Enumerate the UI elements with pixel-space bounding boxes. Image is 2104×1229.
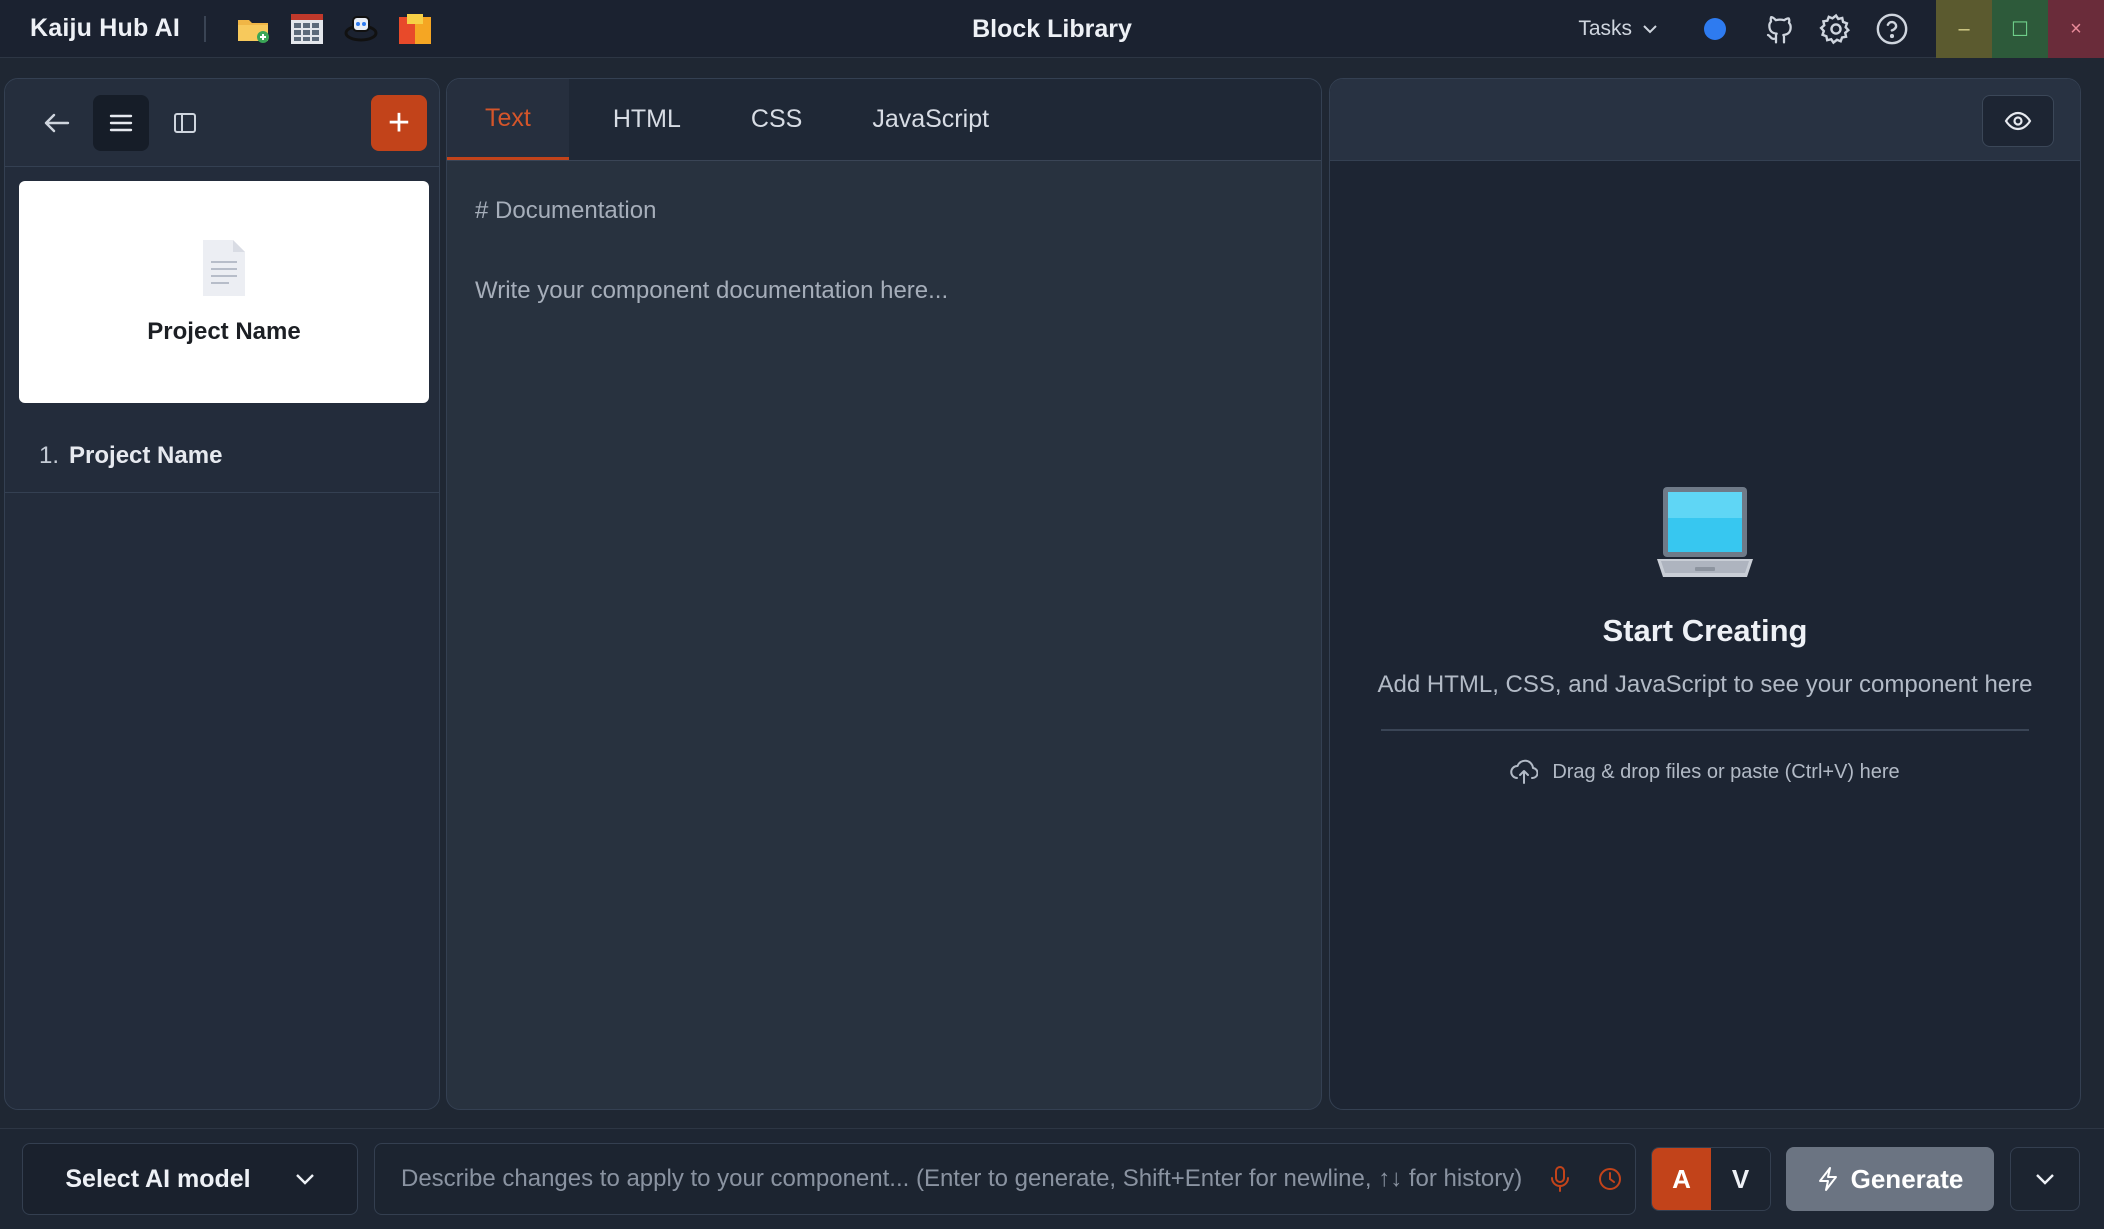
panel-view-button[interactable]: [157, 95, 213, 151]
project-card-title: Project Name: [147, 318, 301, 345]
add-block-button[interactable]: +: [371, 95, 427, 151]
generate-button[interactable]: Generate: [1786, 1147, 1994, 1211]
lightning-icon: [1818, 1167, 1837, 1191]
arrow-left-icon: [44, 113, 70, 132]
drop-hint-text: Drag & drop files or paste (Ctrl+V) here: [1552, 760, 1900, 783]
eye-icon: [2004, 111, 2032, 131]
tasks-dropdown[interactable]: Tasks: [1578, 17, 1658, 41]
preview-panel: Start Creating Add HTML, CSS, and JavaSc…: [1329, 78, 2081, 1110]
help-icon[interactable]: [1874, 11, 1910, 47]
prompt-bar: Select AI model A V Generate: [0, 1128, 2104, 1229]
editor-panel: Text HTML CSS JavaScript # Documentation…: [446, 78, 1322, 1110]
sidebar-layout-icon: [174, 112, 196, 133]
quick-launch: [236, 12, 432, 46]
title-bar-actions: Tasks – ☐ ×: [1578, 0, 2104, 58]
folder-add-icon[interactable]: [236, 12, 270, 46]
empty-state-title: Start Creating: [1602, 613, 1808, 648]
mode-v-button[interactable]: V: [1711, 1148, 1770, 1210]
ai-model-select[interactable]: Select AI model: [22, 1143, 358, 1215]
github-icon[interactable]: [1762, 11, 1798, 47]
project-list: 1. Project Name: [5, 419, 439, 493]
tab-javascript[interactable]: JavaScript: [846, 79, 1015, 160]
editor-heading: # Documentation: [475, 197, 657, 224]
back-button[interactable]: [29, 95, 85, 151]
project-card[interactable]: Project Name: [19, 181, 429, 403]
history-icon[interactable]: [1585, 1166, 1635, 1192]
list-item-number: 1.: [39, 441, 60, 469]
mode-toggle: A V: [1651, 1147, 1771, 1211]
microphone-icon[interactable]: [1535, 1165, 1585, 1193]
tasks-label: Tasks: [1578, 17, 1632, 40]
editor-tabs: Text HTML CSS JavaScript: [447, 79, 1321, 161]
title-bar: Kaiju Hub AI Block Library Tasks – ☐ ×: [0, 0, 2104, 58]
preview-header: [1330, 79, 2080, 161]
menu-icon: [109, 114, 133, 131]
color-blocks-icon[interactable]: [398, 12, 432, 46]
list-item-label: Project Name: [69, 441, 223, 469]
documentation-editor[interactable]: # Documentation Write your component doc…: [447, 161, 1321, 393]
sidebar-toolbar: +: [5, 79, 439, 167]
title-divider: [204, 15, 207, 42]
tab-text[interactable]: Text: [447, 79, 569, 160]
list-item[interactable]: 1. Project Name: [5, 419, 439, 493]
editor-body: Write your component documentation here.…: [475, 277, 949, 304]
maximize-button[interactable]: ☐: [1992, 0, 2048, 58]
tab-css[interactable]: CSS: [725, 79, 828, 160]
app-name: Kaiju Hub AI: [30, 14, 181, 42]
laptop-icon: [1657, 487, 1753, 577]
grid-table-icon[interactable]: [290, 12, 324, 46]
generate-label: Generate: [1850, 1163, 1964, 1194]
chevron-down-icon: [295, 1174, 314, 1185]
empty-state: Start Creating Add HTML, CSS, and JavaSc…: [1330, 479, 2080, 785]
chevron-down-icon: [2036, 1174, 2054, 1185]
gear-icon[interactable]: [1818, 11, 1854, 47]
chevron-down-icon: [1643, 25, 1657, 34]
toggle-preview-button[interactable]: [1982, 95, 2054, 147]
mode-a-button[interactable]: A: [1652, 1148, 1711, 1210]
prompt-container: [374, 1143, 1636, 1215]
empty-state-description: Add HTML, CSS, and JavaScript to see you…: [1377, 671, 2033, 698]
more-options-button[interactable]: [2010, 1147, 2080, 1211]
document-icon: [203, 240, 245, 296]
ai-model-label: Select AI model: [65, 1164, 251, 1193]
drop-zone[interactable]: Drag & drop files or paste (Ctrl+V) here: [1510, 759, 1900, 785]
divider: [1381, 729, 2029, 731]
list-view-button[interactable]: [93, 94, 149, 151]
block-library-sidebar: + Project Name 1. Project Name: [4, 78, 440, 1110]
cloud-upload-icon: [1510, 759, 1539, 784]
close-button[interactable]: ×: [2048, 0, 2104, 58]
minimize-button[interactable]: –: [1936, 0, 1992, 58]
robot-icon[interactable]: [344, 12, 378, 46]
tab-html[interactable]: HTML: [587, 79, 707, 160]
status-dot[interactable]: [1704, 18, 1726, 40]
prompt-input[interactable]: [401, 1165, 1535, 1193]
